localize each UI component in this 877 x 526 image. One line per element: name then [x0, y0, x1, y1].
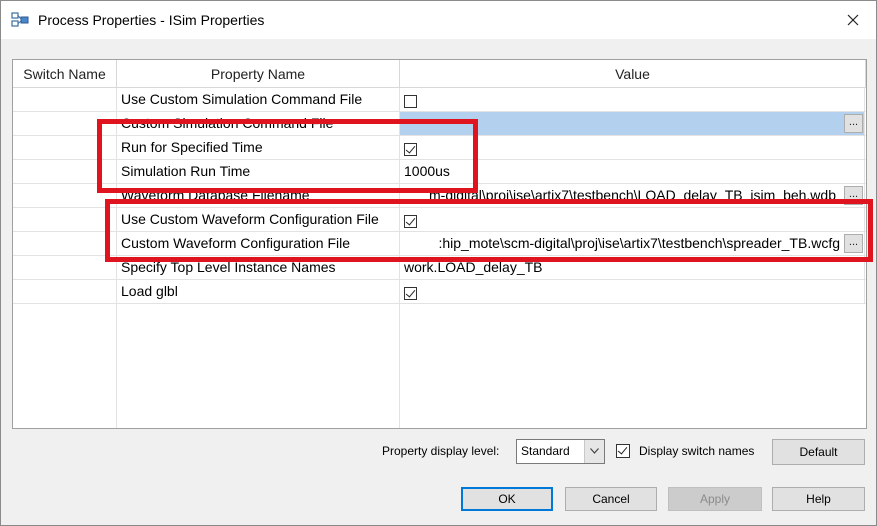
value-text: :hip_mote\scm-digital\proj\ise\artix7\te… — [438, 235, 840, 251]
property-display-level-select[interactable]: Standard — [516, 439, 605, 464]
top-level-instance-names-value[interactable]: work.LOAD_delay_TB — [400, 256, 865, 279]
properties-grid: Switch Name Property Name Value Use Cust… — [12, 59, 867, 429]
combo-selected-value: Standard — [521, 444, 570, 458]
value-text: 1000us — [404, 163, 450, 179]
switch-name-cell — [13, 88, 117, 111]
cancel-button[interactable]: Cancel — [565, 487, 657, 511]
value-cell[interactable] — [400, 208, 865, 231]
use-custom-waveform-config-checkbox[interactable] — [404, 215, 417, 228]
dialog-title: Process Properties - ISim Properties — [38, 12, 265, 28]
title-bar: Process Properties - ISim Properties — [1, 1, 876, 39]
value-cell[interactable] — [400, 136, 865, 159]
column-header-value[interactable]: Value — [400, 60, 866, 88]
property-name-cell[interactable]: Simulation Run Time — [117, 160, 400, 183]
table-row: Use Custom Simulation Command File — [13, 88, 866, 112]
run-for-specified-time-checkbox[interactable] — [404, 143, 417, 156]
use-custom-sim-command-checkbox[interactable] — [404, 95, 417, 108]
value-cell[interactable] — [400, 280, 865, 303]
property-name-cell[interactable]: Waveform Database Filename — [117, 184, 400, 207]
table-row: Run for Specified Time — [13, 136, 866, 160]
property-name-cell[interactable]: Load glbl — [117, 280, 400, 303]
table-row: Specify Top Level Instance Names work.LO… — [13, 256, 866, 280]
switch-name-cell — [13, 184, 117, 207]
process-properties-dialog: Process Properties - ISim Properties Swi… — [0, 0, 877, 526]
chevron-down-icon[interactable] — [584, 440, 604, 463]
property-name-cell[interactable]: Use Custom Waveform Configuration File — [117, 208, 400, 231]
property-name-cell[interactable]: Use Custom Simulation Command File — [117, 88, 400, 111]
value-cell[interactable] — [400, 88, 865, 111]
switch-name-cell — [13, 280, 117, 303]
browse-button[interactable]: ... — [844, 234, 863, 253]
switch-name-cell — [13, 112, 117, 135]
column-divider — [116, 304, 117, 428]
custom-sim-command-file-value[interactable]: ... — [400, 112, 865, 135]
property-name-cell[interactable]: Run for Specified Time — [117, 136, 400, 159]
switch-name-cell — [13, 232, 117, 255]
simulation-run-time-value[interactable]: 1000us — [400, 160, 865, 183]
default-button[interactable]: Default — [772, 439, 865, 465]
process-properties-icon — [11, 12, 29, 27]
property-name-cell[interactable]: Custom Waveform Configuration File — [117, 232, 400, 255]
display-switch-names-label[interactable]: Display switch names — [639, 444, 754, 458]
property-name-cell[interactable]: Specify Top Level Instance Names — [117, 256, 400, 279]
close-icon — [847, 14, 859, 26]
switch-name-cell — [13, 208, 117, 231]
property-name-cell[interactable]: Custom Simulation Command File — [117, 112, 400, 135]
close-button[interactable] — [830, 1, 876, 39]
custom-waveform-config-file-value[interactable]: :hip_mote\scm-digital\proj\ise\artix7\te… — [400, 232, 865, 255]
column-header-switch-name[interactable]: Switch Name — [13, 60, 117, 88]
help-button[interactable]: Help — [772, 487, 865, 511]
property-display-level-label: Property display level: — [382, 444, 500, 458]
table-row: Load glbl — [13, 280, 866, 304]
column-header-property-name[interactable]: Property Name — [117, 60, 400, 88]
display-switch-names-checkbox[interactable] — [616, 444, 630, 458]
switch-name-cell — [13, 160, 117, 183]
waveform-database-filename-value[interactable]: m-digital\proj\ise\artix7\testbench\LOAD… — [400, 184, 865, 207]
table-row: Use Custom Waveform Configuration File — [13, 208, 866, 232]
ok-button[interactable]: OK — [461, 487, 553, 511]
column-divider — [399, 304, 400, 428]
table-row: Custom Waveform Configuration File :hip_… — [13, 232, 866, 256]
table-row: Simulation Run Time 1000us — [13, 160, 866, 184]
table-row: Custom Simulation Command File ... — [13, 112, 866, 136]
value-text: m-digital\proj\ise\artix7\testbench\LOAD… — [429, 187, 836, 203]
table-row: Waveform Database Filename m-digital\pro… — [13, 184, 866, 208]
apply-button[interactable]: Apply — [668, 487, 762, 511]
load-glbl-checkbox[interactable] — [404, 287, 417, 300]
value-text: work.LOAD_delay_TB — [404, 259, 543, 275]
browse-button[interactable]: ... — [844, 114, 863, 133]
browse-button[interactable]: ... — [844, 186, 863, 205]
switch-name-cell — [13, 136, 117, 159]
switch-name-cell — [13, 256, 117, 279]
